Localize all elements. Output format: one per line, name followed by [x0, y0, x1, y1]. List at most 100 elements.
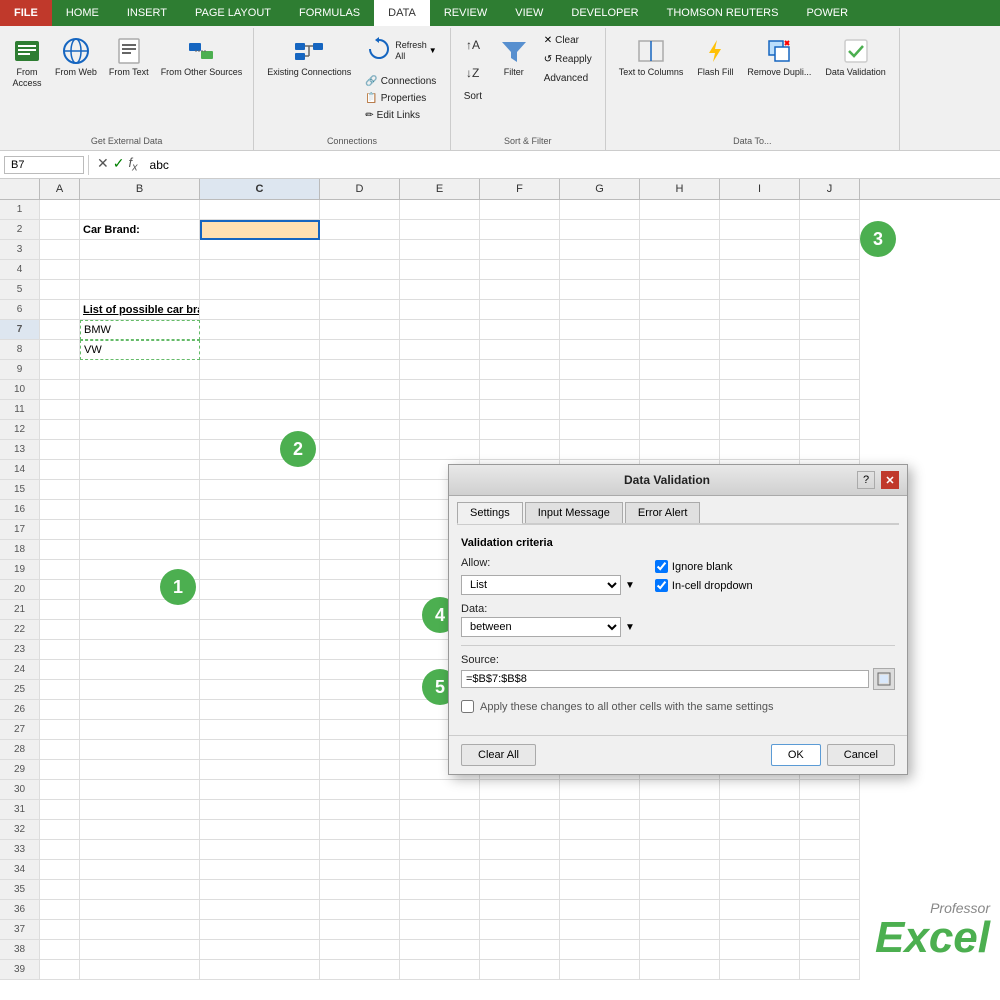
cell-g35[interactable]: [560, 880, 640, 900]
cell-e12[interactable]: [400, 420, 480, 440]
tab-power[interactable]: POWER: [792, 0, 862, 26]
cell-d33[interactable]: [320, 840, 400, 860]
cell-a1[interactable]: [40, 200, 80, 220]
text-to-columns-button[interactable]: Text to Columns: [614, 32, 689, 81]
cell-g32[interactable]: [560, 820, 640, 840]
from-web-button[interactable]: From Web: [50, 32, 102, 81]
cell-g31[interactable]: [560, 800, 640, 820]
cell-c31[interactable]: [200, 800, 320, 820]
cell-j30[interactable]: [800, 780, 860, 800]
cell-g7[interactable]: [560, 320, 640, 340]
cell-f33[interactable]: [480, 840, 560, 860]
cell-c28[interactable]: [200, 740, 320, 760]
cell-f4[interactable]: [480, 260, 560, 280]
cell-j36[interactable]: [800, 900, 860, 920]
cell-b38[interactable]: [80, 940, 200, 960]
cell-h13[interactable]: [640, 440, 720, 460]
cell-a11[interactable]: [40, 400, 80, 420]
cell-a10[interactable]: [40, 380, 80, 400]
incell-dropdown-input[interactable]: [655, 579, 668, 592]
cell-c21[interactable]: [200, 600, 320, 620]
cell-d1[interactable]: [320, 200, 400, 220]
cell-e39[interactable]: [400, 960, 480, 980]
cell-h5[interactable]: [640, 280, 720, 300]
cell-h38[interactable]: [640, 940, 720, 960]
cell-f12[interactable]: [480, 420, 560, 440]
cell-c22[interactable]: [200, 620, 320, 640]
cell-e2[interactable]: [400, 220, 480, 240]
cell-a33[interactable]: [40, 840, 80, 860]
cell-d35[interactable]: [320, 880, 400, 900]
cell-reference-input[interactable]: [4, 156, 84, 174]
cell-e5[interactable]: [400, 280, 480, 300]
cell-i10[interactable]: [720, 380, 800, 400]
tab-page-layout[interactable]: PAGE LAYOUT: [181, 0, 285, 26]
cell-b27[interactable]: [80, 720, 200, 740]
dialog-tab-settings[interactable]: Settings: [457, 502, 523, 524]
cell-a9[interactable]: [40, 360, 80, 380]
sort-button[interactable]: Sort: [459, 88, 489, 105]
cell-e38[interactable]: [400, 940, 480, 960]
cell-a18[interactable]: [40, 540, 80, 560]
cell-a7[interactable]: [40, 320, 80, 340]
tab-view[interactable]: VIEW: [501, 0, 557, 26]
cell-h12[interactable]: [640, 420, 720, 440]
cell-i30[interactable]: [720, 780, 800, 800]
tab-thomson[interactable]: THOMSON REUTERS: [653, 0, 793, 26]
cell-a36[interactable]: [40, 900, 80, 920]
data-validation-button[interactable]: Data Validation: [820, 32, 890, 81]
allow-dropdown-arrow[interactable]: ▼: [625, 580, 635, 591]
cell-d39[interactable]: [320, 960, 400, 980]
cell-c17[interactable]: [200, 520, 320, 540]
cancel-button[interactable]: Cancel: [827, 744, 895, 766]
cell-h33[interactable]: [640, 840, 720, 860]
cell-i4[interactable]: [720, 260, 800, 280]
cell-g13[interactable]: [560, 440, 640, 460]
cell-d4[interactable]: [320, 260, 400, 280]
cell-j37[interactable]: [800, 920, 860, 940]
cell-i37[interactable]: [720, 920, 800, 940]
tab-formulas[interactable]: FORMULAS: [285, 0, 374, 26]
cell-j35[interactable]: [800, 880, 860, 900]
cell-j6[interactable]: [800, 300, 860, 320]
cell-h3[interactable]: [640, 240, 720, 260]
cell-f9[interactable]: [480, 360, 560, 380]
cell-d30[interactable]: [320, 780, 400, 800]
cell-d26[interactable]: [320, 700, 400, 720]
cell-f35[interactable]: [480, 880, 560, 900]
cell-c23[interactable]: [200, 640, 320, 660]
edit-links-button[interactable]: ✏ Edit Links: [360, 107, 441, 124]
cell-e35[interactable]: [400, 880, 480, 900]
cell-c16[interactable]: [200, 500, 320, 520]
cell-j10[interactable]: [800, 380, 860, 400]
cell-i31[interactable]: [720, 800, 800, 820]
cell-d14[interactable]: [320, 460, 400, 480]
cell-b26[interactable]: [80, 700, 200, 720]
cell-c35[interactable]: [200, 880, 320, 900]
cell-d19[interactable]: [320, 560, 400, 580]
cell-i33[interactable]: [720, 840, 800, 860]
cell-f34[interactable]: [480, 860, 560, 880]
cell-d17[interactable]: [320, 520, 400, 540]
cell-j34[interactable]: [800, 860, 860, 880]
cell-d15[interactable]: [320, 480, 400, 500]
cell-h8[interactable]: [640, 340, 720, 360]
cell-j38[interactable]: [800, 940, 860, 960]
cell-b25[interactable]: [80, 680, 200, 700]
cell-f10[interactable]: [480, 380, 560, 400]
cell-f3[interactable]: [480, 240, 560, 260]
existing-connections-button[interactable]: Existing Connections: [262, 32, 356, 81]
cell-g9[interactable]: [560, 360, 640, 380]
cell-j7[interactable]: [800, 320, 860, 340]
cell-i39[interactable]: [720, 960, 800, 980]
tab-data[interactable]: DATA: [374, 0, 430, 26]
cell-d24[interactable]: [320, 660, 400, 680]
cell-d25[interactable]: [320, 680, 400, 700]
cell-a20[interactable]: [40, 580, 80, 600]
cell-b28[interactable]: [80, 740, 200, 760]
cell-e7[interactable]: [400, 320, 480, 340]
cell-d21[interactable]: [320, 600, 400, 620]
cell-h6[interactable]: [640, 300, 720, 320]
cell-d2[interactable]: [320, 220, 400, 240]
from-text-button[interactable]: From Text: [104, 32, 154, 81]
